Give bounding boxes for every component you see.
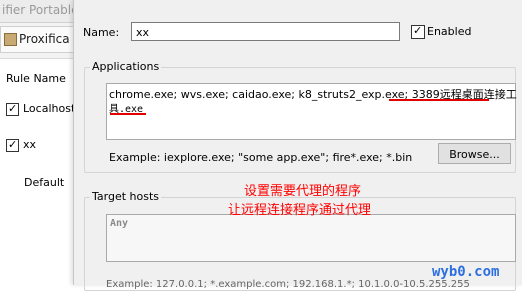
target-hosts-value: Any <box>110 218 129 229</box>
rule-checkbox[interactable] <box>6 102 19 116</box>
name-label: Name: <box>83 26 120 39</box>
background-window-title: ifier Portable <box>2 3 79 17</box>
tab-label: Proxifica <box>19 32 70 46</box>
applications-legend: Applications <box>90 60 162 73</box>
enabled-label[interactable]: Enabled <box>427 25 471 38</box>
annotation-line2: 让远程连接程序通过代理 <box>228 203 372 218</box>
rule-checkbox[interactable] <box>6 138 19 152</box>
applications-example: Example: iexplore.exe; "some app.exe"; f… <box>109 151 413 164</box>
rule-list <box>0 58 80 286</box>
rule-row-default[interactable]: Default <box>24 176 64 189</box>
rule-label: Localhost <box>23 102 76 115</box>
watermark: wyb0.com <box>432 264 500 280</box>
annotation-line1: 设置需要代理的程序 <box>244 184 362 199</box>
browse-button[interactable]: Browse... <box>438 143 511 164</box>
rules-icon <box>4 33 17 46</box>
highlight-underline <box>389 99 489 101</box>
enabled-checkbox[interactable] <box>411 24 425 39</box>
rule-label: xx <box>23 138 37 151</box>
highlight-underline <box>110 113 146 115</box>
name-input[interactable]: xx <box>131 22 400 41</box>
rule-column-header[interactable]: Rule Name <box>6 72 66 85</box>
target-hosts-textarea[interactable] <box>106 214 516 262</box>
target-hosts-legend: Target hosts <box>90 190 162 203</box>
